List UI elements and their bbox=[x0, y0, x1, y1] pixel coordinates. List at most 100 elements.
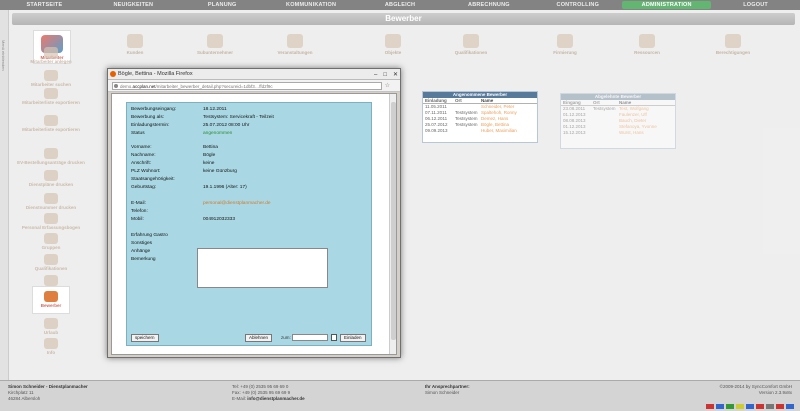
field-value[interactable]: personal@dienstplanmacher.de bbox=[203, 201, 271, 206]
sidebar-item[interactable]: Dienstnummer drucken bbox=[12, 193, 90, 210]
table-row[interactable]: 09.09.2013 Huber, Maximilian bbox=[423, 128, 537, 134]
nav-item-planung[interactable]: PLANUNG bbox=[178, 0, 267, 10]
sidebar-item[interactable]: Mitarbeiterliste exportieren bbox=[12, 115, 90, 132]
nav-item-startseite[interactable]: STARTSEITE bbox=[0, 0, 89, 10]
sidebar-item[interactable]: Personal Erfassungsbogen bbox=[12, 213, 90, 230]
sidebar-item-label: Mitarbeiterliste exportieren bbox=[22, 100, 80, 105]
module-objekte[interactable]: Objekte bbox=[363, 34, 423, 55]
sidebar-item-label: Qualifikationen bbox=[34, 266, 68, 271]
module-veranstaltungen[interactable]: Veranstaltungen bbox=[265, 34, 325, 55]
flag-icon[interactable] bbox=[736, 404, 744, 409]
menu-strip-label: Menü einblenden bbox=[1, 40, 6, 71]
scrollbar[interactable] bbox=[389, 94, 396, 354]
menu-icon bbox=[44, 254, 58, 265]
nav-item-controlling[interactable]: CONTROLLING bbox=[533, 0, 622, 10]
footer-version: Version 2.3.9x8x bbox=[758, 390, 792, 395]
nav-item-abrechnung[interactable]: ABRECHNUNG bbox=[444, 0, 533, 10]
url-path: /mitarbeiter_bewerber_detail.php?securei… bbox=[155, 84, 273, 89]
menu-icon bbox=[44, 318, 58, 329]
sidebar-item[interactable]: Mitarbeiterliste exportieren bbox=[12, 88, 90, 105]
invite-date-input[interactable] bbox=[292, 334, 328, 341]
header-einladung: Einladung bbox=[425, 98, 447, 103]
footer-copyright: ©2009-2014 by SyncComfort GmbH bbox=[719, 384, 792, 389]
menu-icon bbox=[44, 148, 58, 159]
field-value: keine Günzburg bbox=[203, 169, 237, 174]
header-name: Name bbox=[619, 100, 632, 105]
scrollbar-thumb[interactable] bbox=[391, 102, 396, 340]
module-label: Subunternehmer bbox=[196, 50, 233, 55]
module-label: Kunden bbox=[126, 50, 144, 55]
sidebar-item[interactable]: Dienstpläne drucken bbox=[12, 170, 90, 187]
module-icon bbox=[287, 34, 303, 48]
footer-tel: Tel: +49 (0) 2535 95 69 69 0 bbox=[232, 384, 289, 389]
field-label: Telefon: bbox=[131, 209, 148, 214]
menu-icon bbox=[44, 275, 58, 286]
invite-button[interactable]: Einladen bbox=[340, 334, 366, 342]
module-subunternehmer[interactable]: Subunternehmer bbox=[185, 34, 245, 55]
window-title: Bögle, Bettina - Mozilla Firefox bbox=[118, 71, 193, 77]
flag-icon[interactable] bbox=[716, 404, 724, 409]
sidebar-item[interactable]: Bewerber bbox=[12, 286, 90, 320]
bewerber-tile: Bewerber bbox=[32, 286, 70, 314]
nav-item-kommunikation[interactable]: KOMMUNIKATION bbox=[267, 0, 356, 10]
remarks-textarea[interactable] bbox=[197, 248, 328, 288]
sidebar-item-label: Bewerber bbox=[40, 303, 62, 308]
field-label: Sonstiges bbox=[131, 241, 153, 246]
table-cell[interactable]: Wurst, Hans bbox=[619, 130, 675, 136]
field-value: 18.12.2011 bbox=[203, 107, 227, 112]
module-label: Objekte bbox=[384, 50, 402, 55]
module-label: Veranstaltungen bbox=[277, 50, 313, 55]
table-cell[interactable]: Huber, Maximilian bbox=[481, 128, 537, 134]
sidebar-item[interactable]: Gruppen bbox=[12, 233, 90, 250]
module-berechtigungen[interactable]: Berechtigungen bbox=[703, 34, 763, 55]
sidebar-item[interactable]: Mitarbeiter anlegen bbox=[12, 47, 90, 64]
module-ressourcen[interactable]: Ressourcen bbox=[617, 34, 677, 55]
nav-item-abgleich[interactable]: ABGLEICH bbox=[356, 0, 445, 10]
url-input[interactable]: demo.accplan.net/mitarbeiter_bewerber_de… bbox=[112, 82, 382, 90]
header-ort: Ort bbox=[593, 100, 600, 105]
module-qualifikationen[interactable]: Qualifikationen bbox=[441, 34, 501, 55]
calendar-icon[interactable] bbox=[331, 334, 337, 341]
reject-button[interactable]: Ablehnen bbox=[245, 334, 273, 342]
field-value: Bögle bbox=[203, 153, 216, 158]
field-value: keine bbox=[203, 161, 215, 166]
menu-icon bbox=[44, 70, 58, 81]
flag-icon[interactable] bbox=[746, 404, 754, 409]
field-label: Geburtstag: bbox=[131, 185, 157, 190]
save-button[interactable]: speichern bbox=[131, 334, 159, 342]
footer-email-link[interactable]: info@dienstplanmacher.de bbox=[247, 396, 304, 401]
table-row[interactable]: 15.12.2013 Wurst, Hans bbox=[561, 130, 675, 136]
page-title: Bewerber bbox=[12, 13, 795, 25]
flag-icon[interactable] bbox=[726, 404, 734, 409]
sidebar-item[interactable]: Qualifikationen bbox=[12, 254, 90, 271]
sidebar-item[interactable]: EV-Bestellungsanträge drucken bbox=[12, 148, 90, 165]
collapsed-menu-strip[interactable]: Menü einblenden bbox=[0, 10, 9, 380]
field-label: Vorname: bbox=[131, 145, 152, 150]
header-eingang: Eingang bbox=[563, 100, 581, 105]
sidebar-item[interactable]: Urlaub bbox=[12, 318, 90, 335]
menu-icon bbox=[44, 233, 58, 244]
flag-icon[interactable] bbox=[756, 404, 764, 409]
module-firmierung[interactable]: Firmierung bbox=[535, 34, 595, 55]
nav-item-administration[interactable]: ADMINISTRATION bbox=[622, 1, 712, 9]
module-icon bbox=[127, 34, 143, 48]
flag-icon[interactable] bbox=[776, 404, 784, 409]
field-value: Bettina bbox=[203, 145, 218, 150]
field-label: Staatsangehörigkeit: bbox=[131, 177, 175, 182]
field-label: Anschrift: bbox=[131, 161, 151, 166]
menu-icon bbox=[44, 170, 58, 181]
flag-icon[interactable] bbox=[786, 404, 794, 409]
module-label: Berechtigungen bbox=[715, 50, 751, 55]
sidebar-item[interactable]: Info bbox=[12, 338, 90, 355]
flag-icon[interactable] bbox=[706, 404, 714, 409]
module-kunden[interactable]: Kunden bbox=[105, 34, 165, 55]
menu-icon bbox=[44, 88, 58, 99]
nav-item-neuigkeiten[interactable]: NEUIGKEITEN bbox=[89, 0, 178, 10]
bookmark-star-icon[interactable]: ☆ bbox=[385, 82, 390, 89]
window-titlebar[interactable]: Bögle, Bettina - Mozilla Firefox – □ ✕ bbox=[108, 69, 400, 80]
nav-item-logout[interactable]: LOGOUT bbox=[711, 0, 800, 10]
module-label: Firmierung bbox=[553, 50, 577, 55]
sidebar-item[interactable]: Mitarbeiter suchen bbox=[12, 70, 90, 87]
flag-icon[interactable] bbox=[766, 404, 774, 409]
date-label: zum: bbox=[281, 335, 291, 340]
